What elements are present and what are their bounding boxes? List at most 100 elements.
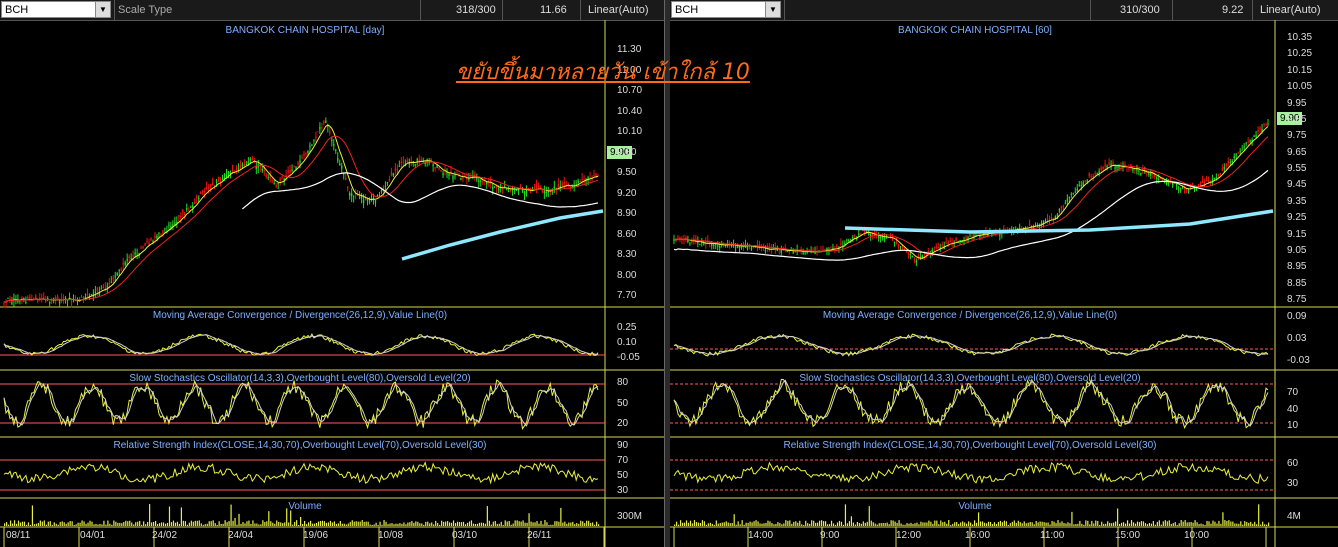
volume-bar (709, 522, 711, 526)
volume-bar (693, 520, 696, 526)
ma-short-line (3, 124, 599, 303)
rsi-tick-label: 70 (617, 455, 629, 466)
right-chart-panel: BCH ▼ 310/300 9.22 Linear(Auto) BANGKOK … (670, 0, 1338, 547)
candle-down (1189, 186, 1192, 188)
volume-bar (220, 523, 222, 526)
volume-bar (258, 524, 260, 526)
volume-bar (876, 524, 878, 526)
volume-bar (908, 523, 910, 526)
volume-bar (1063, 522, 1065, 526)
volume-bar (1033, 524, 1035, 526)
candle-down (901, 246, 904, 248)
volume-bar (389, 523, 391, 526)
right-chart-canvas[interactable] (670, 0, 1338, 547)
volume-bar (562, 522, 564, 526)
volume-bar (248, 520, 250, 526)
candle-down (438, 167, 440, 170)
candle-up (1082, 182, 1084, 186)
candle-down (146, 240, 148, 243)
volume-bar (934, 520, 936, 526)
candle-up (291, 169, 293, 171)
volume-bar (1260, 524, 1262, 526)
volume-bar (743, 524, 745, 526)
volume-bar (1210, 523, 1212, 526)
candle-up (1096, 172, 1098, 174)
volume-bar (1015, 522, 1017, 526)
candle-up (1215, 176, 1218, 178)
volume-bar (1075, 524, 1077, 526)
volume-bar (1009, 523, 1011, 526)
candle-down (144, 243, 146, 246)
volume-bar (347, 523, 349, 526)
volume-bar (1202, 524, 1204, 526)
volume-bar (65, 523, 67, 526)
volume-bar (803, 524, 805, 526)
volume-bar (168, 506, 171, 526)
volume-bar (254, 523, 256, 526)
candle-down (305, 152, 307, 154)
volume-bar (1268, 522, 1270, 526)
volume-bar (160, 522, 163, 526)
price-tick-label: 9.15 (1287, 228, 1307, 240)
volume-bar (488, 520, 490, 526)
candle-up (11, 302, 13, 305)
candle-down (345, 178, 347, 181)
volume-bar (137, 521, 139, 526)
volume-bar (466, 522, 469, 526)
candle-up (376, 195, 379, 197)
volume-bar (190, 520, 192, 526)
volume-bar (202, 524, 204, 526)
volume-bar (458, 522, 461, 526)
candle-up (186, 208, 188, 210)
volume-bar (375, 522, 377, 526)
volume-bar (1109, 522, 1111, 526)
volume-bar (377, 524, 379, 526)
price-tick-label: 8.75 (1287, 294, 1307, 305)
candle-down (142, 246, 144, 248)
volume-bar (262, 520, 264, 526)
volume-bar (196, 520, 198, 526)
candle-down (557, 184, 559, 187)
volume-bar (37, 522, 39, 526)
volume-bar (769, 521, 771, 526)
volume-bar (954, 522, 956, 526)
volume-bar (510, 524, 512, 526)
volume-bar (755, 520, 757, 526)
volume-bar (282, 523, 284, 526)
candle-up (553, 186, 556, 189)
candle-up (48, 301, 51, 304)
volume-bar (534, 522, 536, 526)
candle-up (358, 196, 361, 198)
price-tick-label: 9.95 (1287, 97, 1307, 109)
volume-bar (558, 521, 560, 526)
volume-bar (270, 521, 272, 526)
volume-bar (127, 521, 129, 526)
trend-line (844, 209, 1274, 234)
volume-bar (1089, 524, 1091, 526)
volume-bar (294, 521, 296, 526)
stoch-tick-label: 40 (1287, 404, 1299, 415)
volume-bar (397, 523, 399, 526)
candle-down (1257, 129, 1259, 133)
candle-up (1064, 202, 1067, 204)
volume-bar (230, 504, 232, 526)
volume-bar (989, 521, 992, 526)
candle-down (390, 172, 393, 176)
volume-bar (830, 520, 833, 526)
candle-down (864, 230, 866, 233)
macd-tick-label: -0.05 (617, 352, 640, 363)
candle-up (1213, 178, 1216, 180)
volume-bar (1180, 520, 1182, 526)
candle-up (764, 250, 767, 252)
volume-bar (212, 520, 214, 526)
time-tick-label: 12:00 (896, 530, 922, 541)
volume-bar (878, 523, 880, 526)
volume-bar (470, 520, 473, 526)
volume-bar (747, 522, 749, 526)
candle-down (1102, 166, 1104, 169)
candle-down (1217, 174, 1220, 176)
volume-bar (952, 523, 954, 526)
candle-up (58, 301, 61, 304)
volume-bar (1103, 523, 1105, 526)
volume-bar (456, 521, 459, 526)
